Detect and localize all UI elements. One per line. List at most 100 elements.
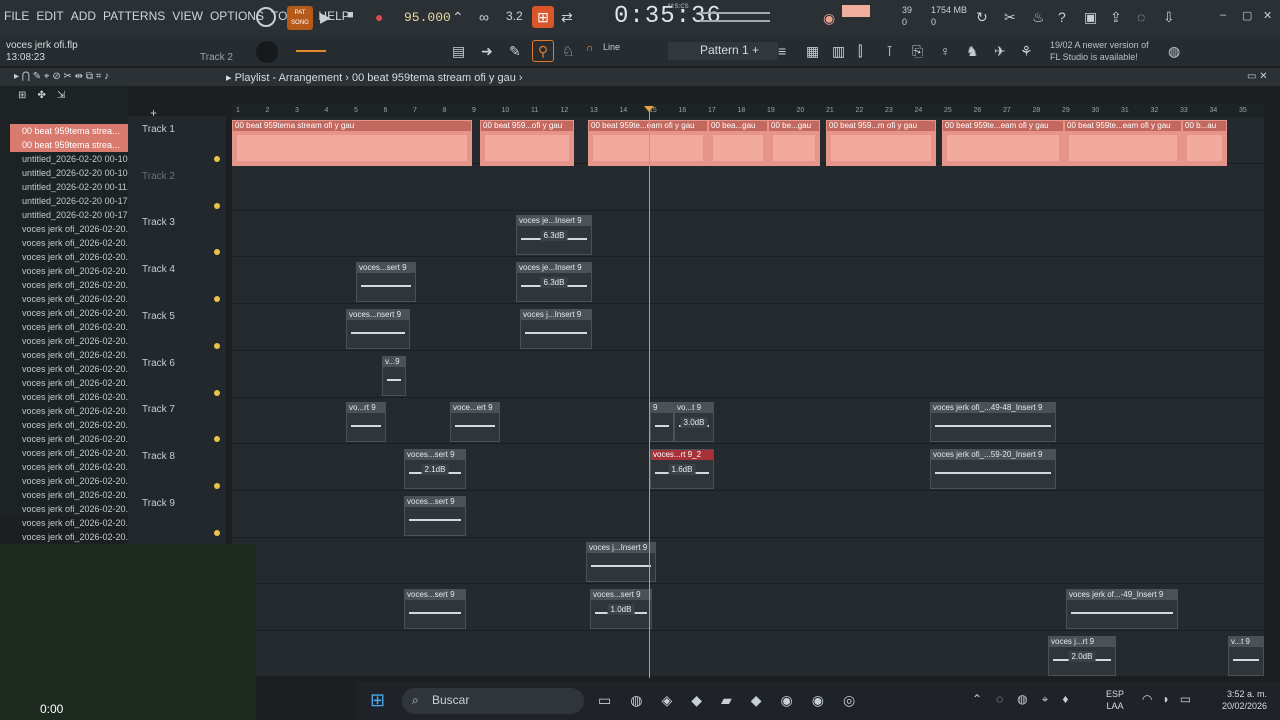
audio-clip[interactable]: 00 b...au xyxy=(1182,120,1227,166)
browser-item[interactable]: voces jerk ofi_2026-02-20... xyxy=(10,320,132,334)
audio-clip[interactable]: voces j...Insert 9 xyxy=(586,542,656,582)
browser-item[interactable]: voces jerk ofi_2026-02-20... xyxy=(10,446,132,460)
audio-clip[interactable]: voces...sert 9 2.1dB xyxy=(404,449,466,489)
step-sequencer-icon[interactable]: ▥ xyxy=(832,43,845,60)
wait-icon[interactable]: ∞ xyxy=(479,9,489,25)
track-lane[interactable] xyxy=(232,492,1264,538)
blend-notes-icon[interactable]: ⊞ xyxy=(532,6,554,28)
language-indicator[interactable]: ESP LAA xyxy=(1106,688,1124,712)
audio-clip[interactable]: voces...sert 9 xyxy=(404,496,466,536)
browser-item[interactable]: voces jerk ofi_2026-02-20... xyxy=(10,376,132,390)
audio-clip[interactable]: 00 beat 959...m ofi y gau xyxy=(826,120,936,166)
master-volume-knob[interactable] xyxy=(256,7,276,27)
browser-item[interactable]: untitled_2026-02-20 00-11... xyxy=(10,180,132,194)
arrangement-grid[interactable]: 00 beat 959tema stream ofi y gau 00 beat … xyxy=(232,118,1264,676)
playlist-breadcrumb[interactable]: 00 beat 959tema stream ofi y gau xyxy=(352,72,516,84)
export-icon[interactable]: ⇪ xyxy=(1110,9,1122,26)
tempo-tapper-icon[interactable]: ♞ xyxy=(966,43,979,60)
menu-file[interactable]: FILE xyxy=(4,9,29,23)
track-name[interactable]: Track 2 xyxy=(142,171,175,182)
piano-icon[interactable]: ▤ xyxy=(452,43,465,60)
audio-clip[interactable]: voces jerk ofi_...59-20_Insert 9 xyxy=(930,449,1056,489)
browser-item[interactable]: untitled_2026-02-20 00-10... xyxy=(10,166,132,180)
close-icon[interactable]: ✕ xyxy=(1263,9,1272,22)
playlist-icon[interactable]: ≡ xyxy=(778,43,786,59)
track-mute-led[interactable] xyxy=(214,529,220,536)
pat-song-toggle[interactable]: PAT SONG xyxy=(287,6,313,30)
audio-clip[interactable]: voces jerk ofi_...49-48_Insert 9 xyxy=(930,402,1056,442)
minimize-icon[interactable]: – xyxy=(1220,9,1226,21)
track-name[interactable]: Track 5 xyxy=(142,311,175,322)
audio-clip[interactable]: vo...rt 9 xyxy=(346,402,386,442)
track-lane[interactable] xyxy=(232,165,1264,211)
system-tray-icons[interactable]: ⌃◌◍⌖♦ xyxy=(972,692,1083,707)
audio-clip[interactable]: voces j...rt 9 2.0dB xyxy=(1048,636,1116,676)
browser-item[interactable]: voces jerk ofi_2026-02-20... xyxy=(10,530,132,544)
browser-item[interactable]: voces jerk ofi_2026-02-20... xyxy=(10,502,132,516)
browser-item[interactable]: voces jerk ofi_2026-02-20... xyxy=(10,292,132,306)
audio-clip[interactable]: 00 beat 959te...eam ofi y gau xyxy=(942,120,1064,166)
network-volume-battery-icons[interactable]: ◠◗▭ xyxy=(1142,692,1201,706)
audio-clip[interactable]: voces jerk of...-49_Insert 9 xyxy=(1066,589,1178,629)
record-icon[interactable]: ● xyxy=(375,9,383,25)
audio-clip[interactable]: voces j...Insert 9 xyxy=(520,309,592,349)
track-name[interactable]: Track 9 xyxy=(142,498,175,509)
audio-clip[interactable]: vo...t 9 3.0dB xyxy=(674,402,714,442)
browser-item[interactable]: voces jerk ofi_2026-02-20... xyxy=(10,404,132,418)
tempo-display[interactable]: 95.000 xyxy=(404,10,451,25)
menu-view[interactable]: VIEW xyxy=(172,9,203,23)
audio-clip[interactable]: 00 bea...gau xyxy=(708,120,768,166)
refresh-icon[interactable]: ↻ xyxy=(976,9,988,26)
audio-clip[interactable]: v...9 xyxy=(382,356,406,396)
routing-icon[interactable]: ⊺ xyxy=(886,43,893,60)
audio-clip[interactable]: 00 be...gau xyxy=(768,120,820,166)
track-name[interactable]: Track 7 xyxy=(142,404,175,415)
menu-edit[interactable]: EDIT xyxy=(36,9,63,23)
browser-item[interactable]: voces jerk ofi_2026-02-20... xyxy=(10,250,132,264)
browser-item[interactable]: 00 beat 959tema strea... xyxy=(10,124,132,138)
brush-icon[interactable]: ✈ xyxy=(994,43,1006,60)
stamp-icon[interactable]: ♘ xyxy=(562,43,575,60)
stop-icon[interactable]: ■ xyxy=(347,9,354,21)
track-lane[interactable] xyxy=(232,398,1264,445)
audio-clip[interactable]: voces...sert 9 1.0dB xyxy=(590,589,652,629)
audio-clip[interactable]: voces...sert 9 xyxy=(404,589,466,629)
track-lane[interactable] xyxy=(232,538,1264,585)
maximize-icon[interactable]: ▢ xyxy=(1242,9,1252,22)
browser-item[interactable]: voces jerk ofi_2026-02-20... xyxy=(10,516,132,530)
windows-start-icon[interactable]: ⊞ xyxy=(370,690,385,711)
audio-clip[interactable]: 00 beat 959tema stream ofi y gau xyxy=(232,120,472,166)
browser-item[interactable]: 00 beat 959tema strea... xyxy=(10,138,132,152)
track-name[interactable]: Track 1 xyxy=(142,124,175,135)
link-icon[interactable]: ⚲ xyxy=(532,40,554,62)
browser-item[interactable]: untitled_2026-02-20 00-17... xyxy=(10,208,132,222)
arrow-right-icon[interactable]: ➜ xyxy=(481,43,493,60)
menu-patterns[interactable]: PATTERNS xyxy=(103,9,165,23)
taskbar-search[interactable]: Buscar xyxy=(402,688,584,714)
browser-item[interactable]: untitled_2026-02-20 00-10... xyxy=(10,152,132,166)
snap-selector[interactable]: Line xyxy=(585,42,620,52)
audio-clip[interactable]: v...t 9 xyxy=(1228,636,1264,676)
browser-item[interactable]: voces jerk ofi_2026-02-20... xyxy=(10,418,132,432)
browser-item[interactable]: voces jerk ofi_2026-02-20... xyxy=(10,460,132,474)
track-mute-led[interactable] xyxy=(214,249,220,256)
cut-icon[interactable]: ✂ xyxy=(1004,9,1016,26)
taskbar-clock[interactable]: 3:52 a. m. 20/02/2026 xyxy=(1222,688,1267,712)
track-mute-led[interactable] xyxy=(214,389,220,396)
audio-clip[interactable]: voces...nsert 9 xyxy=(346,309,410,349)
help-icon[interactable]: ? xyxy=(1058,9,1066,25)
audio-clip[interactable]: voces je...Insert 9 6.3dB xyxy=(516,262,592,302)
track-name[interactable]: Track 6 xyxy=(142,358,175,369)
chat-icon[interactable]: ◌ xyxy=(1137,9,1145,25)
browser-item[interactable]: voces jerk ofi_2026-02-20... xyxy=(10,432,132,446)
play-icon[interactable]: ▶ xyxy=(320,9,331,26)
browser-item[interactable]: voces jerk ofi_2026-02-20... xyxy=(10,236,132,250)
track-name[interactable]: Track 8 xyxy=(142,451,175,462)
track-mute-led[interactable] xyxy=(214,156,220,162)
audio-clip[interactable]: voces...rt 9_2 1.6dB xyxy=(650,449,714,489)
playlist-tool-icons[interactable]: ▸ ⋂ ✎ ⌖ ⊘ ✂ ⇹ ⧉ ⌗ ♪ xyxy=(14,71,109,82)
download-icon[interactable]: ⇩ xyxy=(1163,9,1175,26)
audio-clip[interactable]: 00 beat 959...ofi y gau xyxy=(480,120,574,166)
save-icon[interactable]: ▣ xyxy=(1084,9,1097,26)
browser-item[interactable]: voces jerk ofi_2026-02-20... xyxy=(10,334,132,348)
